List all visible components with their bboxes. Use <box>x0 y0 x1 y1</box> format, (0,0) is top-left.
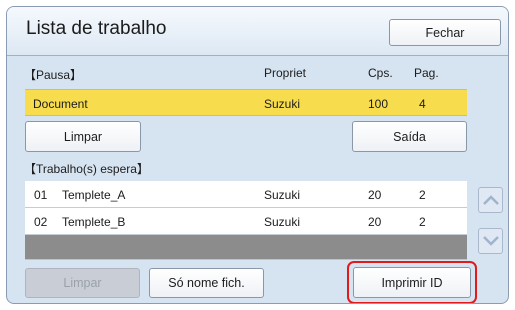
window-title: Lista de trabalho <box>26 18 167 39</box>
exit-button[interactable]: Saída <box>352 121 467 152</box>
filename-only-button[interactable]: Só nome fich. <box>149 268 264 298</box>
job-copies: 100 <box>368 97 389 111</box>
paused-section-label: 【Pausa】 <box>24 68 83 82</box>
scroll-down-button[interactable] <box>478 228 503 254</box>
job-pages: 2 <box>419 215 426 229</box>
waiting-section-label: 【Trabalho(s) espera】 <box>24 162 149 176</box>
scroll-up-button[interactable] <box>478 187 503 213</box>
list-divider <box>25 259 467 260</box>
waiting-job-row[interactable]: 02 Templete_B Suzuki 20 2 <box>25 208 467 235</box>
job-name: Document <box>33 97 88 111</box>
job-list-window: Lista de trabalho Fechar 【Pausa】 Proprie… <box>6 6 509 304</box>
chevron-down-icon <box>482 236 499 246</box>
column-pages-header: Pag. <box>414 66 439 80</box>
clear-waiting-button[interactable]: Limpar <box>25 268 140 298</box>
empty-job-slot <box>25 235 467 259</box>
clear-paused-button[interactable]: Limpar <box>25 121 141 152</box>
job-copies: 20 <box>368 188 382 202</box>
job-owner: Suzuki <box>264 215 301 229</box>
waiting-job-row[interactable]: 01 Templete_A Suzuki 20 2 <box>25 181 467 208</box>
title-bar: Lista de trabalho Fechar <box>7 7 508 56</box>
chevron-up-icon <box>482 195 499 205</box>
close-button[interactable]: Fechar <box>389 19 501 46</box>
job-name: Templete_B <box>62 215 126 229</box>
column-copies-header: Cps. <box>368 66 393 80</box>
job-index: 01 <box>34 188 48 202</box>
column-owner-header: Propriet <box>264 66 307 80</box>
print-id-button[interactable]: Imprimir ID <box>353 267 471 298</box>
job-pages: 2 <box>419 188 426 202</box>
job-index: 02 <box>34 215 48 229</box>
job-pages: 4 <box>419 97 426 111</box>
job-owner: Suzuki <box>264 188 301 202</box>
paused-job-row[interactable]: Document Suzuki 100 4 <box>25 89 467 116</box>
job-copies: 20 <box>368 215 382 229</box>
job-owner: Suzuki <box>264 97 301 111</box>
job-name: Templete_A <box>62 188 126 202</box>
